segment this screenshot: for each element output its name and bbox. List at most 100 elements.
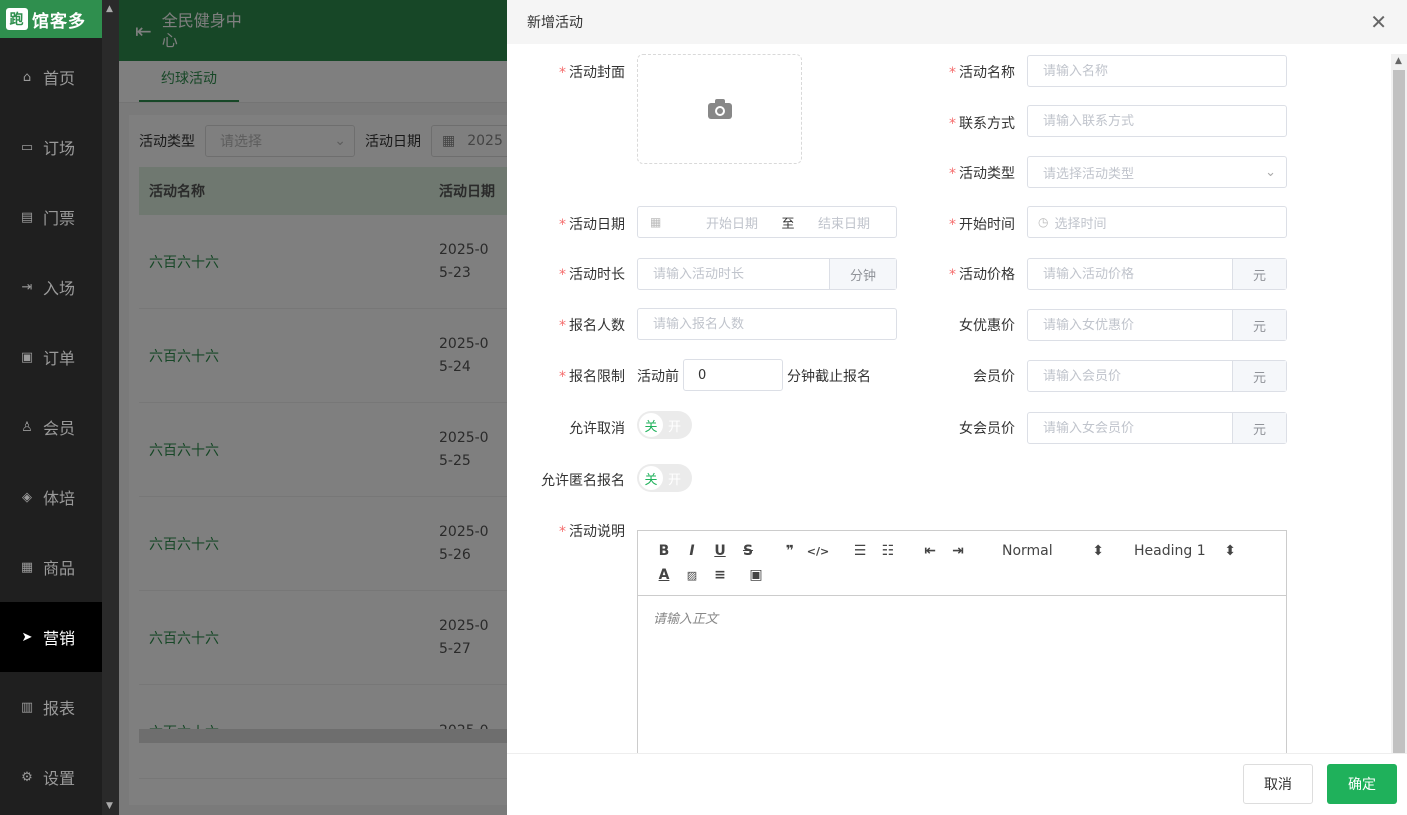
sidebar-nav: ⌂ 首页 ▭ 订场 ▤ 门票 ⇥ 入场 ▣ 订单 ♙ 会员 ◈ 体培 ▦ 商品 ➤ 营销 ▥ 报表 ⚙ 设置 bbox=[0, 42, 102, 812]
header-format-select[interactable]: Normal ⬍ bbox=[1002, 543, 1112, 559]
name-label: * 活动名称 bbox=[949, 65, 1015, 81]
cancel-button[interactable]: 取消 bbox=[1243, 764, 1313, 804]
member-price-unit: 元 bbox=[1232, 361, 1286, 391]
sidebar-item-label: 订单 bbox=[43, 349, 76, 368]
camera-icon bbox=[707, 99, 732, 119]
sidebar-item-label: 入场 bbox=[43, 279, 76, 298]
scroll-up-icon[interactable]: ▲ bbox=[106, 4, 113, 14]
sidebar-item[interactable]: ⌂ 首页 bbox=[0, 42, 102, 112]
limit-label: * 报名限制 bbox=[559, 369, 625, 385]
add-activity-drawer: 新增活动 ✕ *活动封面 *活动名称 *联系方式 *活动类型 请选择活动类 bbox=[507, 0, 1407, 815]
price-unit: 元 bbox=[1232, 259, 1286, 289]
sidebar-scrollbar[interactable]: ▲ ▼ bbox=[102, 0, 119, 815]
limit-input[interactable] bbox=[683, 359, 783, 391]
sidebar-item-label: 营销 bbox=[43, 629, 76, 648]
toggle-off-text: 开 bbox=[668, 419, 682, 435]
sidebar-item[interactable]: ➤ 营销 bbox=[0, 602, 102, 672]
indent-icon[interactable]: ⇥ bbox=[944, 543, 972, 559]
anonymous-toggle[interactable]: 关 开 bbox=[637, 464, 692, 492]
female-price-unit: 元 bbox=[1232, 310, 1286, 340]
ticket-icon: ▤ bbox=[20, 209, 34, 225]
goods-icon: ▦ bbox=[20, 559, 34, 575]
cover-label: * 活动封面 bbox=[559, 65, 625, 81]
training-icon: ◈ bbox=[22, 489, 32, 505]
drawer-title: 新增活动 bbox=[527, 15, 583, 31]
sidebar-item[interactable]: ▣ 订单 bbox=[0, 322, 102, 392]
settings-icon: ⚙ bbox=[21, 769, 33, 785]
sidebar-item-label: 首页 bbox=[43, 69, 76, 88]
chevron-down-icon: ⌄ bbox=[1265, 164, 1276, 180]
date-range-input[interactable]: ▦ 开始日期 至 结束日期 bbox=[637, 206, 897, 238]
marketing-icon: ➤ bbox=[21, 629, 33, 645]
type-placeholder: 请选择活动类型 bbox=[1043, 166, 1135, 182]
entry-icon: ⇥ bbox=[21, 279, 33, 295]
heading-format-select[interactable]: Heading 1 ⬍ bbox=[1134, 543, 1244, 559]
cover-upload[interactable] bbox=[637, 54, 802, 164]
background-color-icon[interactable]: ▨ bbox=[678, 569, 706, 582]
home-icon: ⌂ bbox=[22, 69, 32, 85]
start-time-input[interactable]: ◷ 选择时间 bbox=[1027, 206, 1287, 238]
type-label: * 活动类型 bbox=[949, 166, 1015, 182]
sidebar-item[interactable]: ⚙ 设置 bbox=[0, 742, 102, 812]
sidebar-item-label: 订场 bbox=[43, 139, 76, 158]
editor-toolbar: B I U S ❞ </> ☰ ☷ ⇤ ⇥ Normal ⬍ Heading 1… bbox=[638, 531, 1286, 596]
sidebar-item[interactable]: ⇥ 入场 bbox=[0, 252, 102, 322]
toggle-on-text: 关 bbox=[639, 413, 663, 437]
confirm-button[interactable]: 确定 bbox=[1327, 764, 1397, 804]
sidebar-item-label: 会员 bbox=[43, 419, 76, 438]
bullet-list-icon[interactable]: ☷ bbox=[874, 543, 902, 559]
drawer-header: 新增活动 ✕ bbox=[507, 0, 1407, 44]
sidebar-item[interactable]: ♙ 会员 bbox=[0, 392, 102, 462]
date-label: * 活动日期 bbox=[559, 217, 625, 233]
updown-icon: ⬍ bbox=[1092, 543, 1104, 559]
female-member-price-input[interactable]: 元 bbox=[1027, 412, 1287, 444]
scroll-down-icon[interactable]: ▼ bbox=[106, 801, 113, 811]
image-icon[interactable]: ▣ bbox=[742, 567, 770, 583]
name-input[interactable] bbox=[1027, 55, 1287, 87]
toggle-on-text: 关 bbox=[639, 466, 663, 490]
italic-icon[interactable]: I bbox=[678, 543, 706, 559]
editor-content[interactable]: 请输入正文 bbox=[638, 596, 1286, 639]
anonymous-label: 允许匿名报名 bbox=[541, 473, 625, 489]
sidebar-item[interactable]: ▥ 报表 bbox=[0, 672, 102, 742]
strike-icon[interactable]: S bbox=[734, 543, 762, 559]
clock-icon: ◷ bbox=[1038, 215, 1049, 229]
female-price-label: 女优惠价 bbox=[959, 318, 1015, 334]
sidebar-item-label: 报表 bbox=[43, 699, 76, 718]
allow-cancel-label: 允许取消 bbox=[569, 421, 625, 437]
limit-prefix: 活动前 bbox=[637, 369, 679, 385]
sidebar-item-label: 门票 bbox=[43, 209, 76, 228]
contact-input[interactable] bbox=[1027, 105, 1287, 137]
calendar-icon: ▦ bbox=[650, 215, 662, 229]
ordered-list-icon[interactable]: ☰ bbox=[846, 543, 874, 559]
drawer-scrollbar[interactable]: ▲ bbox=[1391, 54, 1407, 753]
allow-cancel-toggle[interactable]: 关 开 bbox=[637, 411, 692, 439]
court-icon: ▭ bbox=[20, 139, 34, 155]
sidebar-item[interactable]: ▦ 商品 bbox=[0, 532, 102, 602]
duration-input[interactable]: 分钟 bbox=[637, 258, 897, 290]
drawer-footer: 取消 确定 bbox=[507, 753, 1407, 815]
member-icon: ♙ bbox=[21, 419, 33, 435]
blockquote-icon[interactable]: ❞ bbox=[776, 543, 804, 559]
sidebar-item[interactable]: ◈ 体培 bbox=[0, 462, 102, 532]
code-icon[interactable]: </> bbox=[804, 545, 832, 558]
toggle-off-text: 开 bbox=[668, 472, 682, 488]
sidebar-item[interactable]: ▭ 订场 bbox=[0, 112, 102, 182]
sidebar-item[interactable]: ▤ 门票 bbox=[0, 182, 102, 252]
text-color-icon[interactable]: A bbox=[650, 567, 678, 583]
price-label: * 活动价格 bbox=[949, 267, 1015, 283]
signup-count-input[interactable] bbox=[637, 308, 897, 340]
scroll-thumb[interactable] bbox=[1393, 70, 1405, 753]
scroll-up-icon[interactable]: ▲ bbox=[1395, 56, 1402, 66]
type-select[interactable]: 请选择活动类型 ⌄ bbox=[1027, 156, 1287, 188]
member-price-input[interactable]: 元 bbox=[1027, 360, 1287, 392]
underline-icon[interactable]: U bbox=[706, 543, 734, 559]
limit-suffix: 分钟截止报名 bbox=[787, 369, 871, 385]
close-icon[interactable]: ✕ bbox=[1370, 10, 1387, 34]
female-price-input[interactable]: 元 bbox=[1027, 309, 1287, 341]
logo-text: 馆客多 bbox=[32, 11, 86, 32]
outdent-icon[interactable]: ⇤ bbox=[916, 543, 944, 559]
bold-icon[interactable]: B bbox=[650, 543, 678, 559]
price-input[interactable]: 元 bbox=[1027, 258, 1287, 290]
align-icon[interactable]: ≡ bbox=[706, 567, 734, 583]
